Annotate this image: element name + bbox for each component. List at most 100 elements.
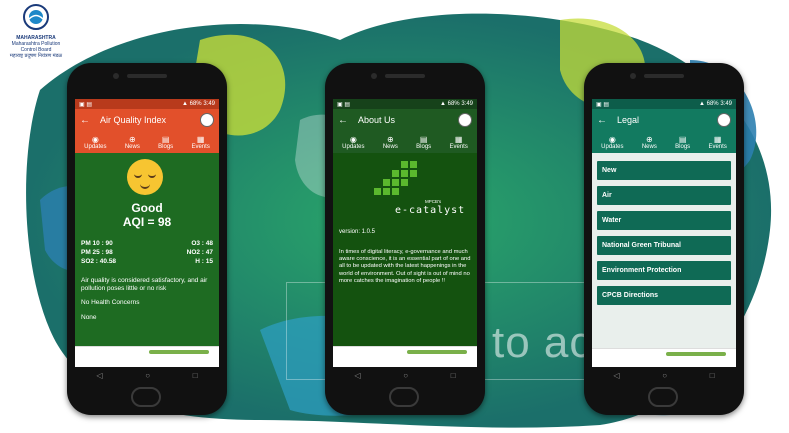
tab-label: News: [641, 143, 657, 150]
tab-label: News: [124, 143, 140, 150]
clock: 3:49: [720, 101, 732, 107]
footer-banner: [75, 346, 219, 357]
clock: 3:49: [461, 101, 473, 107]
world-icon: ⊕: [128, 134, 136, 144]
page-title: About Us: [358, 115, 396, 125]
logo-org-marathi: महाराष्ट्र प्रदूषण नियंत्रण मंडळ: [9, 53, 63, 59]
page-title: Legal: [617, 115, 640, 125]
nav-back-icon[interactable]: ◁: [613, 371, 619, 380]
legal-item-air[interactable]: Air: [597, 186, 731, 205]
aqi-panel: Good AQI = 98 PM 10 : 90 PM 25 : 98 SO2 …: [75, 153, 219, 357]
app-logo-icon: [458, 113, 472, 127]
tab-bar: ◉ Updates ⊕ News ▤ Blogs ▦ Events: [592, 131, 736, 153]
blog-icon: ▤: [678, 134, 687, 144]
logo-org: Maharashtra Pollution Control Board: [11, 41, 61, 53]
app-logo-icon: [200, 113, 214, 127]
legal-item-ngt[interactable]: National Green Tribunal: [597, 236, 731, 255]
about-panel: MPCB's e-catalyst version: 1.0.5 In time…: [333, 153, 477, 357]
tab-blogs[interactable]: ▤ Blogs: [675, 135, 690, 150]
legal-list: New Air Water National Green Tribunal En…: [592, 153, 736, 359]
nav-back-icon[interactable]: ◁: [354, 371, 360, 380]
tab-news[interactable]: ⊕ News: [642, 135, 657, 150]
blog-icon: ▤: [419, 134, 428, 144]
legal-item-cpcb-directions[interactable]: CPCB Directions: [597, 286, 731, 305]
pollutant-reading: NO2 : 47: [186, 249, 213, 256]
screen: ▣ ▤ ▲ 68% 3:49 ← Air Quality Index ◉ Upda…: [75, 99, 219, 367]
tab-label: Blogs: [416, 143, 432, 150]
tab-bar: ◉ Updates ⊕ News ▤ Blogs ▦ Events: [333, 131, 477, 153]
status-bar: ▣ ▤ ▲ 68% 3:49: [592, 99, 736, 109]
smiley-face-icon: [127, 159, 163, 195]
nav-back-icon[interactable]: ◁: [96, 371, 102, 380]
footer-banner: [592, 348, 736, 359]
tab-label: Updates: [342, 143, 365, 150]
battery-level: 68%: [447, 101, 460, 107]
back-arrow-icon[interactable]: ←: [338, 115, 348, 126]
speaker: [127, 74, 167, 78]
globe-icon: ◉: [91, 134, 99, 144]
nav-home-icon[interactable]: ○: [662, 371, 667, 380]
tab-label: Blogs: [158, 143, 174, 150]
nav-recents-icon[interactable]: □: [710, 371, 715, 380]
signal-icon: ▲: [440, 101, 446, 107]
tab-label: Updates: [84, 143, 107, 150]
pollutant-reading: PM 25 : 98: [81, 249, 113, 256]
screen: ▣ ▤ ▲ 68% 3:49 ← Legal ◉ Updates ⊕ News ▤ B…: [592, 99, 736, 367]
advisory-none: None: [81, 314, 97, 321]
legal-item-environment-protection[interactable]: Environment Protection: [597, 261, 731, 280]
pollutants-left: PM 10 : 90 PM 25 : 98 SO2 : 40.58: [81, 239, 116, 266]
tab-label: Blogs: [675, 143, 691, 150]
nav-recents-icon[interactable]: □: [193, 371, 198, 380]
mpcb-logo: MAHARASHTRA Maharashtra Pollution Contro…: [6, 4, 66, 59]
footer-banner: [333, 346, 477, 357]
aqi-value: AQI = 98: [122, 215, 172, 229]
tab-blogs[interactable]: ▤ Blogs: [158, 135, 173, 150]
background-text: to ac: [492, 318, 593, 367]
about-paragraph: In times of digital literacy, e-governan…: [339, 249, 471, 284]
app-bar: ← Legal: [592, 109, 736, 131]
health-concerns: No Health Concerns: [81, 299, 140, 306]
tab-label: Updates: [601, 143, 624, 150]
android-nav-bar: ◁ ○ □: [75, 367, 219, 383]
aqi-status: Good: [131, 201, 163, 215]
phone-legal: ▣ ▤ ▲ 68% 3:49 ← Legal ◉ Updates ⊕ News ▤ B…: [584, 63, 744, 415]
pollutant-reading: PM 10 : 90: [81, 240, 113, 247]
tab-label: Events: [708, 143, 727, 150]
tab-events[interactable]: ▦ Events: [449, 135, 467, 150]
tab-label: Events: [191, 143, 210, 150]
tab-updates[interactable]: ◉ Updates: [342, 135, 364, 150]
calendar-icon: ▦: [454, 134, 463, 144]
nav-home-icon[interactable]: ○: [145, 371, 150, 380]
tab-news[interactable]: ⊕ News: [125, 135, 140, 150]
app-bar: ← Air Quality Index: [75, 109, 219, 131]
nav-recents-icon[interactable]: □: [451, 371, 456, 380]
tab-events[interactable]: ▦ Events: [191, 135, 209, 150]
notification-icon: ▣ ▤: [337, 101, 351, 108]
nav-home-icon[interactable]: ○: [403, 371, 408, 380]
tab-label: News: [382, 143, 398, 150]
globe-icon: ◉: [349, 134, 357, 144]
back-arrow-icon[interactable]: ←: [80, 115, 90, 126]
screen: ▣ ▤ ▲ 68% 3:49 ← About Us ◉ Updates ⊕ News…: [333, 99, 477, 367]
status-bar: ▣ ▤ ▲ 68% 3:49: [333, 99, 477, 109]
back-arrow-icon[interactable]: ←: [597, 115, 607, 126]
legal-item-new[interactable]: New: [597, 161, 731, 180]
android-nav-bar: ◁ ○ □: [333, 367, 477, 383]
tab-updates[interactable]: ◉ Updates: [84, 135, 106, 150]
home-button[interactable]: [389, 387, 419, 407]
logo-brand-text: e-catalyst: [395, 205, 466, 216]
notification-icon: ▣ ▤: [596, 101, 610, 108]
home-button[interactable]: [131, 387, 161, 407]
front-camera: [371, 73, 377, 79]
tab-blogs[interactable]: ▤ Blogs: [416, 135, 431, 150]
tab-updates[interactable]: ◉ Updates: [601, 135, 623, 150]
home-button[interactable]: [648, 387, 678, 407]
pollutants-right: O3 : 48 NO2 : 47 H : 15: [187, 239, 213, 266]
legal-item-water[interactable]: Water: [597, 211, 731, 230]
mpcb-emblem-icon: [23, 4, 49, 30]
tab-news[interactable]: ⊕ News: [383, 135, 398, 150]
tab-events[interactable]: ▦ Events: [708, 135, 726, 150]
signal-icon: ▲: [182, 101, 188, 107]
front-camera: [630, 73, 636, 79]
speaker: [644, 74, 684, 78]
